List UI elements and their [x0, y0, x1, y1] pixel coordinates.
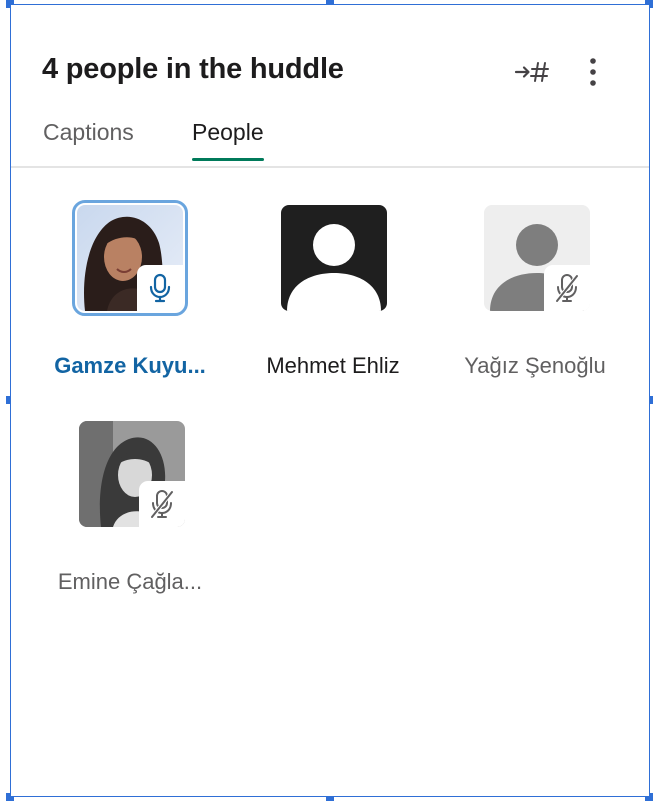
- microphone-icon: [149, 273, 171, 303]
- more-options-button[interactable]: [573, 55, 613, 89]
- mic-muted-badge: [139, 481, 185, 527]
- vertical-ellipsis-icon: [590, 58, 596, 86]
- tab-bar: Captions People: [11, 117, 649, 168]
- microphone-muted-icon: [555, 274, 579, 303]
- mic-on-badge: [137, 265, 183, 311]
- move-to-channel-button[interactable]: [512, 55, 552, 89]
- avatar: [484, 205, 590, 311]
- participant-name: Yağız Şenoğlu: [464, 353, 606, 378]
- avatar: [72, 200, 188, 316]
- mic-muted-badge: [544, 265, 590, 311]
- participant-name: Mehmet Ehliz: [266, 353, 400, 378]
- avatar: [79, 421, 185, 527]
- microphone-muted-icon: [150, 490, 174, 519]
- arrow-to-channel-icon: [514, 62, 549, 82]
- panel-title: 4 people in the huddle: [42, 53, 344, 85]
- participant-tile[interactable]: Yağız Şenoğlu: [440, 201, 630, 401]
- participant-tile[interactable]: Emine Çağla...: [35, 417, 225, 617]
- participant-tile[interactable]: Mehmet Ehliz: [238, 201, 428, 401]
- panel-header: 4 people in the huddle Captions People: [11, 5, 649, 168]
- avatar: [281, 205, 387, 311]
- default-avatar-icon: [281, 205, 387, 311]
- participant-name: Emine Çağla...: [57, 569, 203, 594]
- participant-tile[interactable]: Gamze Kuyu...: [35, 200, 225, 401]
- huddle-panel: 4 people in the huddle Captions People G…: [11, 5, 649, 796]
- tab-people[interactable]: People: [192, 119, 264, 161]
- tab-captions[interactable]: Captions: [43, 119, 134, 160]
- participant-name: Gamze Kuyu...: [54, 353, 206, 378]
